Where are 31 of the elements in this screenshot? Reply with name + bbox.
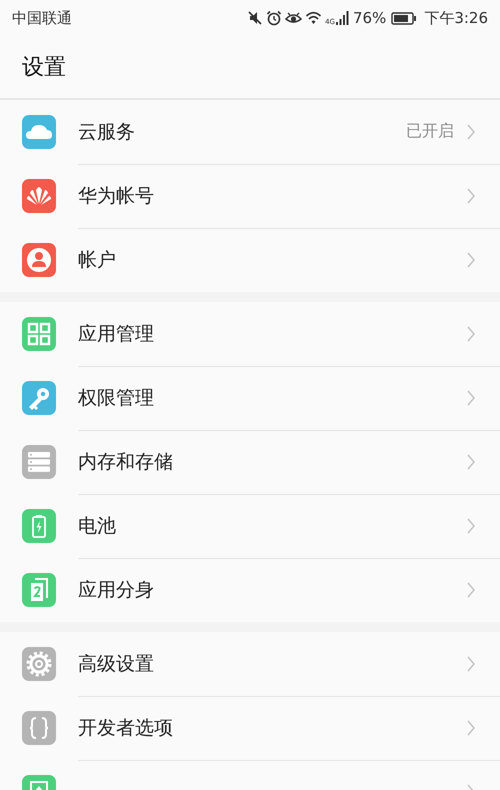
wifi-icon <box>305 10 322 26</box>
item-status: 已开启 <box>406 121 454 142</box>
alarm-icon <box>266 10 282 26</box>
item-label: 权限管理 <box>78 386 155 410</box>
settings-item[interactable]: 开发者选项 <box>0 696 500 760</box>
mute-icon <box>247 10 264 26</box>
item-label: 云服务 <box>78 120 136 144</box>
item-label: 电池 <box>78 514 117 538</box>
item-label: 华为帐号 <box>78 184 155 208</box>
battery-icon <box>391 11 418 25</box>
settings-item[interactable]: 华为帐号 <box>0 164 500 228</box>
item-label: 应用分身 <box>78 578 155 603</box>
settings-item[interactable]: 应用管理 <box>0 302 500 366</box>
settings-item[interactable]: 权限管理 <box>0 366 500 430</box>
battery-percent: 76% <box>352 9 386 27</box>
item-label: 内存和存储 <box>78 450 174 474</box>
carrier-name: 中国联通 <box>12 8 72 28</box>
clock-time: 下午3:26 <box>424 8 488 28</box>
item-label: 高级设置 <box>78 652 155 676</box>
signal-icon <box>336 10 350 26</box>
item-label: 应用管理 <box>78 322 155 346</box>
settings-item[interactable]: 云服务 已开启 <box>0 100 500 164</box>
settings-item[interactable]: 帐户 <box>0 228 500 292</box>
page-title: 设置 <box>22 54 66 82</box>
settings-item[interactable]: 应用分身 <box>0 558 500 622</box>
item-label: 开发者选项 <box>78 716 174 740</box>
item-label: 帐户 <box>78 248 117 273</box>
eye-icon <box>285 10 302 26</box>
settings-item[interactable]: 高级设置 <box>0 632 500 696</box>
settings-item[interactable]: 内存和存储 <box>0 430 500 494</box>
settings-item[interactable]: 电池 <box>0 494 500 558</box>
